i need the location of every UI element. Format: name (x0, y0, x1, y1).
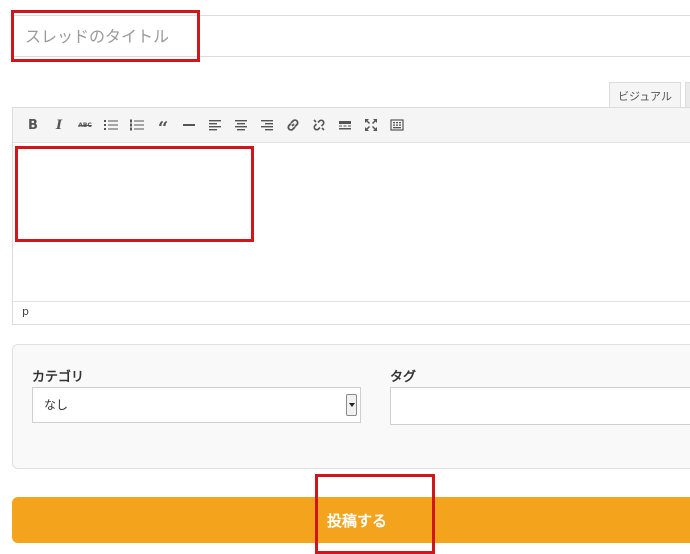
rich-text-editor: B I ABC “ p (12, 107, 690, 325)
horizontal-rule-icon[interactable] (180, 116, 198, 134)
tab-visual[interactable]: ビジュアル (609, 82, 681, 108)
read-more-icon[interactable] (336, 116, 354, 134)
numbered-list-icon[interactable] (128, 116, 146, 134)
blockquote-icon[interactable]: “ (154, 116, 172, 139)
italic-icon[interactable]: I (50, 116, 68, 134)
tag-label: タグ (390, 370, 417, 385)
category-select[interactable]: なし (32, 387, 361, 423)
fullscreen-icon[interactable] (362, 116, 380, 134)
category-label: カテゴリ (32, 370, 85, 385)
link-icon[interactable] (284, 116, 302, 134)
editor-toolbar: B I ABC “ (13, 108, 690, 143)
bold-icon[interactable]: B (24, 116, 42, 134)
tag-input[interactable] (390, 387, 690, 425)
strikethrough-icon[interactable]: ABC (76, 116, 94, 134)
editor-content-area[interactable] (13, 143, 690, 301)
tab-text[interactable] (685, 82, 690, 108)
toolbar-toggle-icon[interactable] (388, 116, 406, 134)
thread-title-input[interactable] (12, 15, 690, 57)
align-left-icon[interactable] (206, 116, 224, 134)
bullet-list-icon[interactable] (102, 116, 120, 134)
editor-path-status: p (13, 301, 690, 324)
submit-post-button[interactable]: 投稿する (12, 497, 690, 543)
unlink-icon[interactable] (310, 116, 328, 134)
category-selected-value: なし (44, 398, 69, 412)
align-right-icon[interactable] (258, 116, 276, 134)
align-center-icon[interactable] (232, 116, 250, 134)
dropdown-arrow-icon[interactable] (346, 394, 357, 416)
